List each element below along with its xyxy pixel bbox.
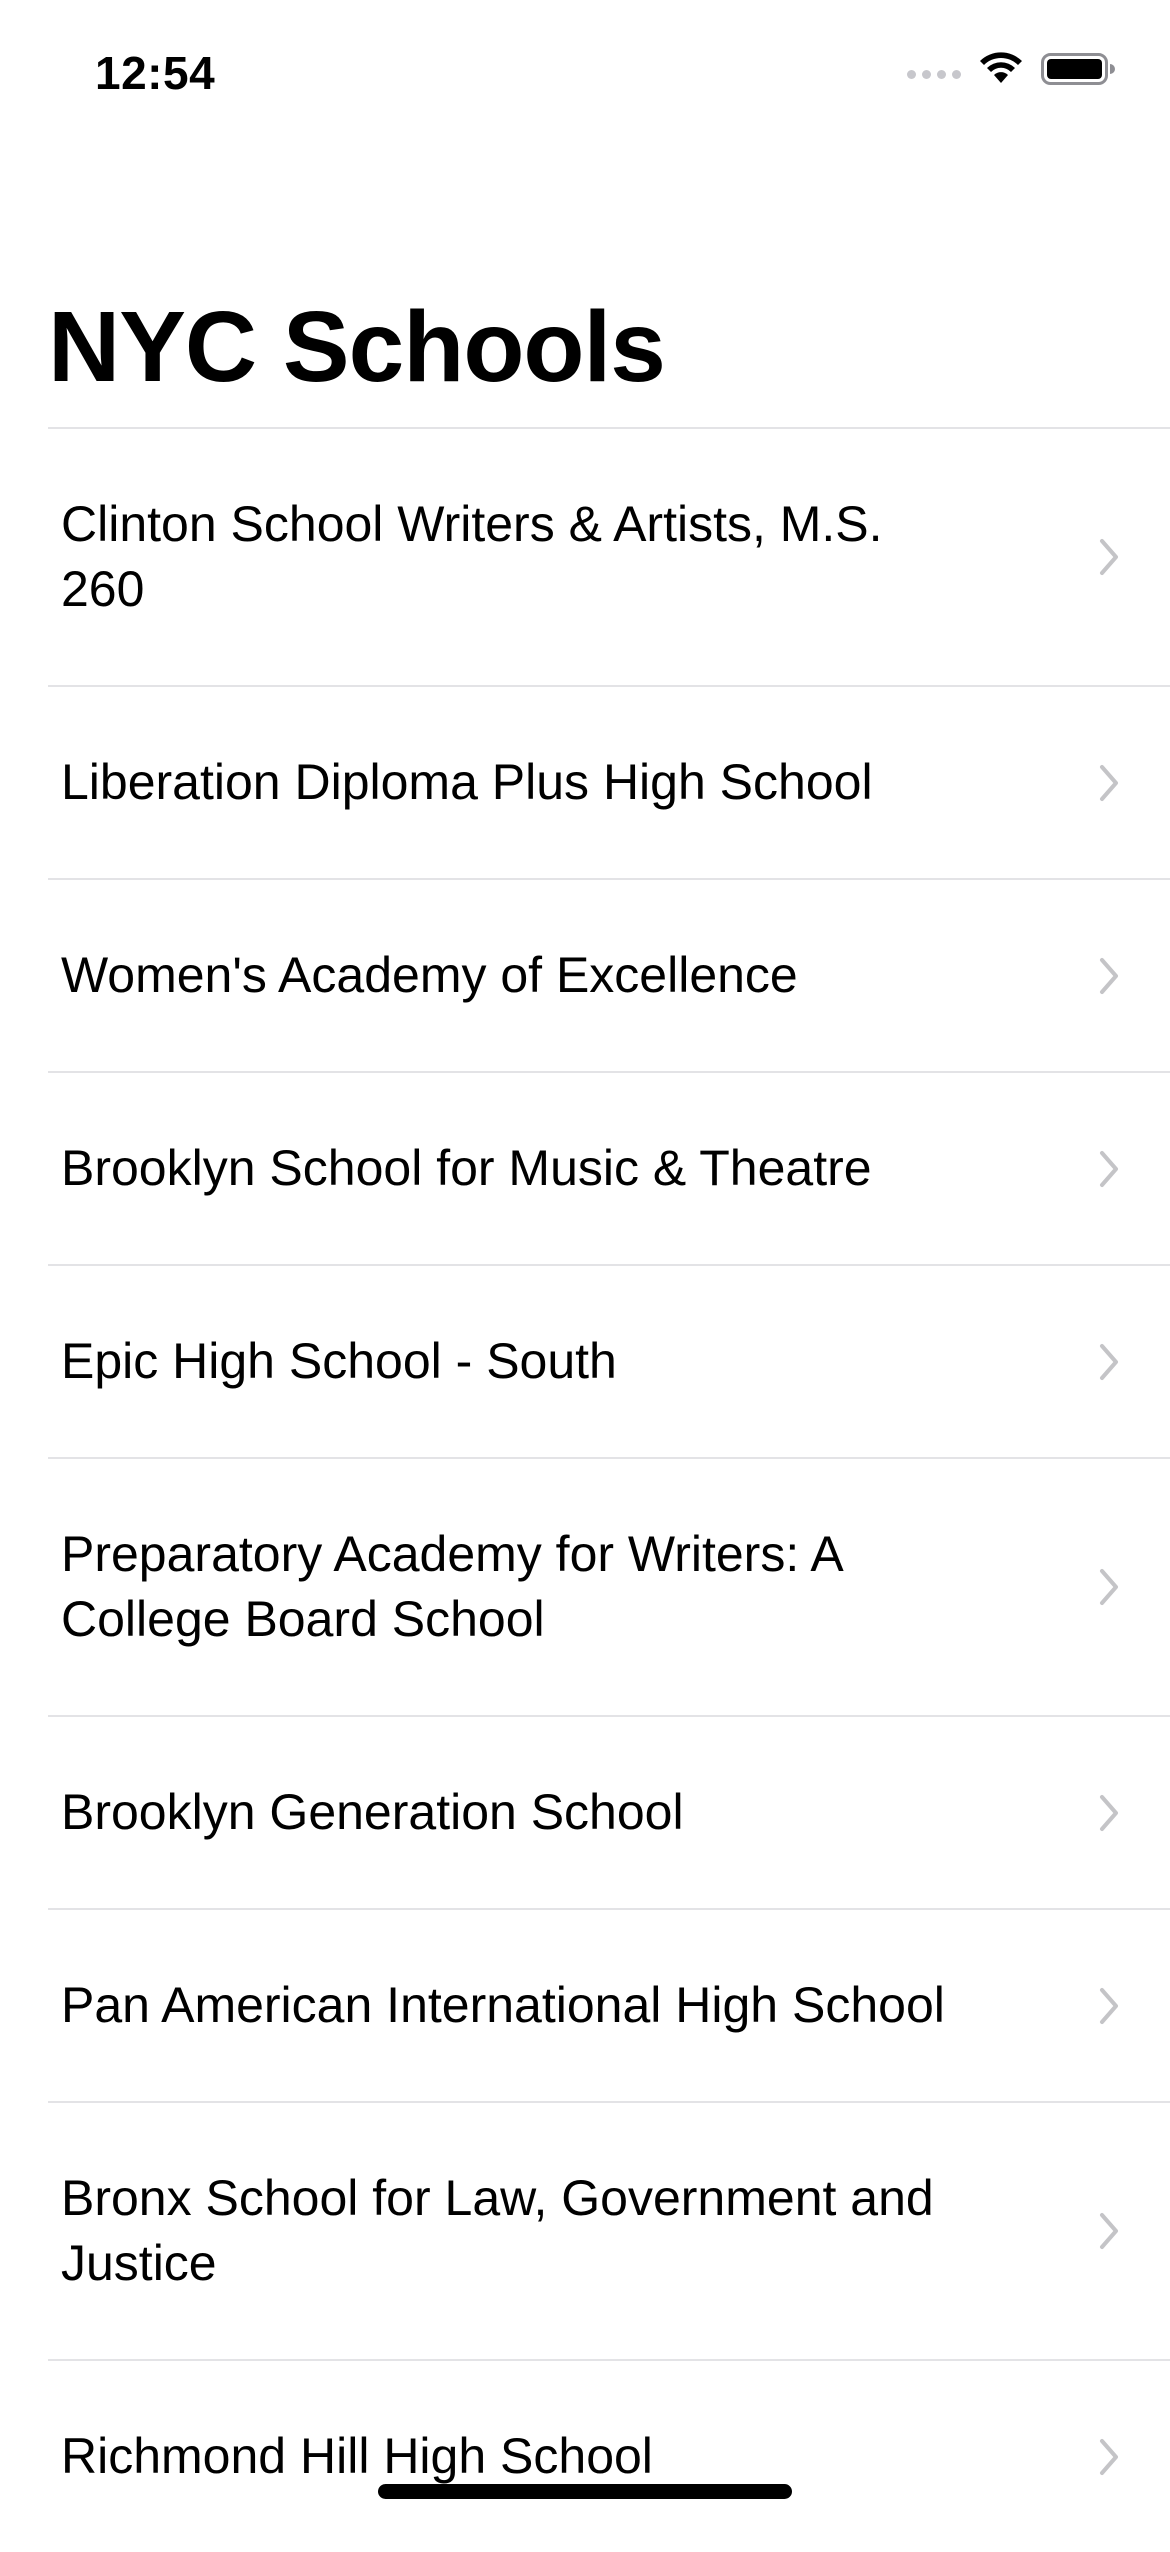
list-item-label: Richmond Hill High School: [61, 2428, 653, 2484]
home-indicator[interactable]: [378, 2484, 792, 2499]
list-item-label: Brooklyn School for Music & Theatre: [61, 1140, 872, 1196]
list-item[interactable]: Women's Academy of Excellence: [48, 878, 1170, 1071]
chevron-right-icon: [1100, 1150, 1118, 1187]
chevron-right-icon: [1100, 1343, 1118, 1380]
chevron-right-icon: [1100, 1569, 1118, 1605]
list-item-label: Pan American International High School: [61, 1977, 945, 2033]
list-item-label: Bronx School for Law, Government and Jus…: [61, 2170, 934, 2291]
list-item-label: Preparatory Academy for Writers: A Colle…: [61, 1526, 841, 1647]
list-item[interactable]: Pan American International High School: [48, 1908, 1170, 2101]
list-item-label: Liberation Diploma Plus High School: [61, 754, 873, 810]
chevron-right-icon: [1100, 957, 1118, 994]
list-item[interactable]: Clinton School Writers & Artists, M.S. 2…: [48, 427, 1170, 685]
list-item-label: Epic High School - South: [61, 1333, 617, 1389]
battery-icon: [1041, 53, 1115, 85]
chevron-right-icon: [1100, 1987, 1118, 2024]
list-item[interactable]: Bronx School for Law, Government and Jus…: [48, 2101, 1170, 2359]
cellular-signal-icon: [907, 69, 961, 79]
list-item[interactable]: Brooklyn Generation School: [48, 1715, 1170, 1908]
chevron-right-icon: [1100, 764, 1118, 801]
list-item-label: Women's Academy of Excellence: [61, 947, 798, 1003]
list-item[interactable]: Richmond Hill High School: [48, 2359, 1170, 2552]
list-item-label: Clinton School Writers & Artists, M.S. 2…: [61, 496, 883, 617]
list-item[interactable]: Epic High School - South: [48, 1264, 1170, 1457]
page-title: NYC Schools: [48, 291, 666, 403]
list-item[interactable]: Liberation Diploma Plus High School: [48, 685, 1170, 878]
list-item[interactable]: Brooklyn School for Music & Theatre: [48, 1071, 1170, 1264]
wifi-icon: [980, 52, 1022, 83]
list-item[interactable]: Preparatory Academy for Writers: A Colle…: [48, 1457, 1170, 1715]
chevron-right-icon: [1100, 539, 1118, 575]
list-item-label: Brooklyn Generation School: [61, 1784, 684, 1840]
status-bar: 12:54: [0, 0, 1170, 150]
chevron-right-icon: [1100, 2213, 1118, 2249]
schools-list: Clinton School Writers & Artists, M.S. 2…: [0, 427, 1170, 2552]
status-icons: [907, 52, 1115, 86]
chevron-right-icon: [1100, 1794, 1118, 1831]
status-time: 12:54: [95, 47, 216, 99]
chevron-right-icon: [1100, 2438, 1118, 2475]
